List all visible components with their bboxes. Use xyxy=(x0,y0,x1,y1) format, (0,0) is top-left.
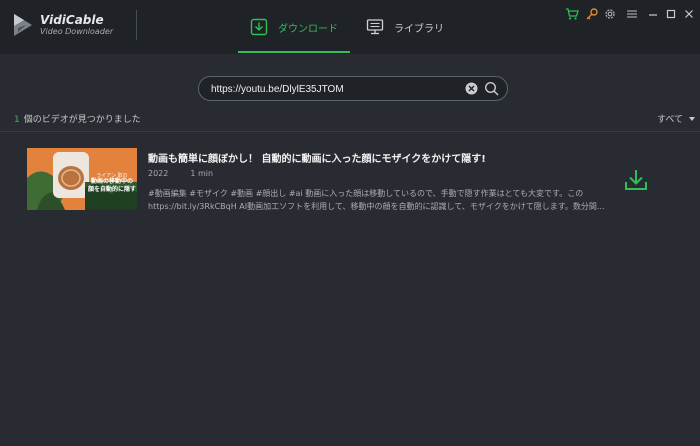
video-description: #動画編集 #モザイク #動画 #顔出し #ai 動画に入った顔は移動しているの… xyxy=(148,187,608,213)
search-icon[interactable] xyxy=(484,81,499,96)
license-button[interactable] xyxy=(584,6,600,22)
app-subtitle: Video Downloader xyxy=(40,27,114,36)
description-line: #動画編集 #モザイク #動画 #顔出し #ai 動画に入った顔は移動しているの… xyxy=(148,189,584,198)
cart-icon xyxy=(566,8,579,20)
results-summary: 1 個のビデオが見つかりました xyxy=(14,112,141,125)
results-count: 1 xyxy=(14,115,20,125)
gear-icon xyxy=(605,9,615,19)
filter-label: すべて xyxy=(657,115,684,125)
video-meta: 2022 1 min xyxy=(148,169,213,178)
minimize-button[interactable] xyxy=(645,6,661,22)
download-video-icon[interactable] xyxy=(623,167,649,193)
logo-icon xyxy=(14,14,32,36)
maximize-icon xyxy=(666,9,676,19)
caret-down-icon xyxy=(689,116,696,121)
url-search-bar xyxy=(198,76,508,101)
results-label: 個のビデオが見つかりました xyxy=(23,115,141,125)
app-name: VidiCable xyxy=(40,13,104,27)
filter-dropdown[interactable]: すべて xyxy=(657,112,696,125)
menu-icon xyxy=(627,10,637,18)
settings-button[interactable] xyxy=(602,6,618,22)
url-input[interactable] xyxy=(211,81,451,97)
video-title[interactable]: 動画も簡単に顔ぼかし！ 自動的に動画に入った顔にモザイクをかけて隠す! xyxy=(148,150,486,165)
tab-download-label: ダウンロード xyxy=(278,23,338,35)
app-logo: VidiCable Video Downloader xyxy=(12,12,113,38)
video-thumbnail[interactable]: ライアン 取の 動画の移動中の 顔を自動的に隠す xyxy=(27,148,137,210)
tab-download[interactable]: ダウンロード xyxy=(238,0,350,54)
description-line: https://bit.ly/3RkCBqH AI動画加工ソフトを利用して、移動… xyxy=(148,202,605,211)
divider xyxy=(0,131,700,132)
monitor-icon xyxy=(366,19,384,35)
video-duration: 1 min xyxy=(190,169,214,178)
thumbnail-caption: 動画の移動中の 顔を自動的に隠す xyxy=(87,178,137,204)
thumbnail-caption-line: 動画の移動中の xyxy=(90,178,133,185)
download-icon xyxy=(250,18,268,36)
clear-icon[interactable] xyxy=(465,82,478,95)
cart-button[interactable] xyxy=(564,6,580,22)
minimize-icon xyxy=(649,14,657,16)
close-button[interactable] xyxy=(681,6,697,22)
video-year: 2022 xyxy=(148,169,169,178)
close-icon xyxy=(685,10,693,18)
title-bar: VidiCable Video Downloader ダウンロード ライブラリ xyxy=(0,0,700,54)
title-divider xyxy=(136,10,137,40)
thumbnail-caption-line: 顔を自動的に隠す xyxy=(87,186,136,193)
tab-library-label: ライブラリ xyxy=(394,23,444,35)
menu-button[interactable] xyxy=(624,6,640,22)
maximize-button[interactable] xyxy=(663,6,679,22)
key-icon xyxy=(586,8,598,20)
tab-library[interactable]: ライブラリ xyxy=(366,0,456,54)
active-tab-indicator xyxy=(238,51,350,53)
